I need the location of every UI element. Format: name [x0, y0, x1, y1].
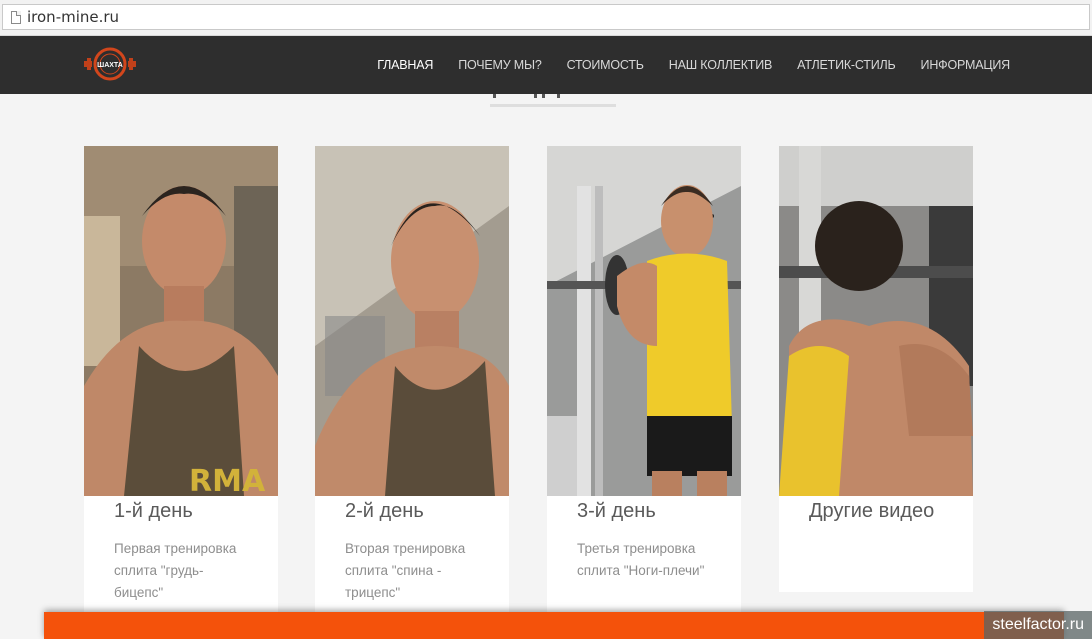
card-photo[interactable] [315, 146, 509, 496]
nav-item-why-us[interactable]: ПОЧЕМУ МЫ? [458, 58, 542, 72]
video-card-other-videos[interactable]: Другие видео [779, 146, 973, 592]
logo-text: ШАХТА [97, 62, 123, 69]
section-heading-remnant [490, 94, 616, 107]
main-nav: ГЛАВНАЯ ПОЧЕМУ МЫ? СТОИМОСТЬ НАШ КОЛЛЕКТ… [377, 36, 1010, 94]
nav-item-pricing[interactable]: СТОИМОСТЬ [567, 58, 644, 72]
section-heading-underline [490, 104, 616, 107]
nav-item-info[interactable]: ИНФОРМАЦИЯ [921, 58, 1011, 72]
nav-item-athletic-style[interactable]: АТЛЕТИК-СТИЛЬ [797, 58, 896, 72]
video-card-day-3[interactable]: 3-й день Третья тренировка сплита "Ноги-… [547, 146, 741, 616]
card-description: Вторая тренировка сплита "спина - трицеп… [345, 541, 466, 600]
browser-address-bar: iron-mine.ru [0, 0, 1092, 36]
card-photo[interactable]: RMA [84, 146, 278, 496]
svg-text:RMA: RMA [189, 464, 266, 496]
nav-item-team[interactable]: НАШ КОЛЛЕКТИВ [669, 58, 773, 72]
card-title[interactable]: 2-й день [345, 496, 479, 524]
card-title[interactable]: Другие видео [809, 496, 943, 524]
card-description: Первая тренировка сплита "грудь-бицепс" [114, 541, 237, 600]
nav-item-home[interactable]: ГЛАВНАЯ [377, 58, 433, 72]
card-photo[interactable] [779, 146, 973, 496]
url-field[interactable]: iron-mine.ru [2, 4, 1090, 30]
card-title[interactable]: 3-й день [577, 496, 711, 524]
bottom-orange-bar [44, 612, 1064, 639]
site-navbar: ШАХТА ГЛАВНАЯ ПОЧЕМУ МЫ? СТОИМОСТЬ НАШ К… [0, 36, 1092, 94]
video-card-day-1[interactable]: RMA 1-й день Первая тренировка сплита "г… [84, 146, 278, 616]
card-description: Третья тренировка сплита "Ноги-плечи" [577, 541, 705, 578]
video-card-day-2[interactable]: 2-й день Вторая тренировка сплита "спина… [315, 146, 509, 616]
page-icon [11, 10, 21, 24]
card-title[interactable]: 1-й день [114, 496, 248, 524]
card-photo[interactable] [547, 146, 741, 496]
site-logo[interactable]: ШАХТА [84, 47, 136, 81]
watermark: steelfactor.ru [984, 611, 1092, 639]
url-text: iron-mine.ru [27, 8, 120, 26]
